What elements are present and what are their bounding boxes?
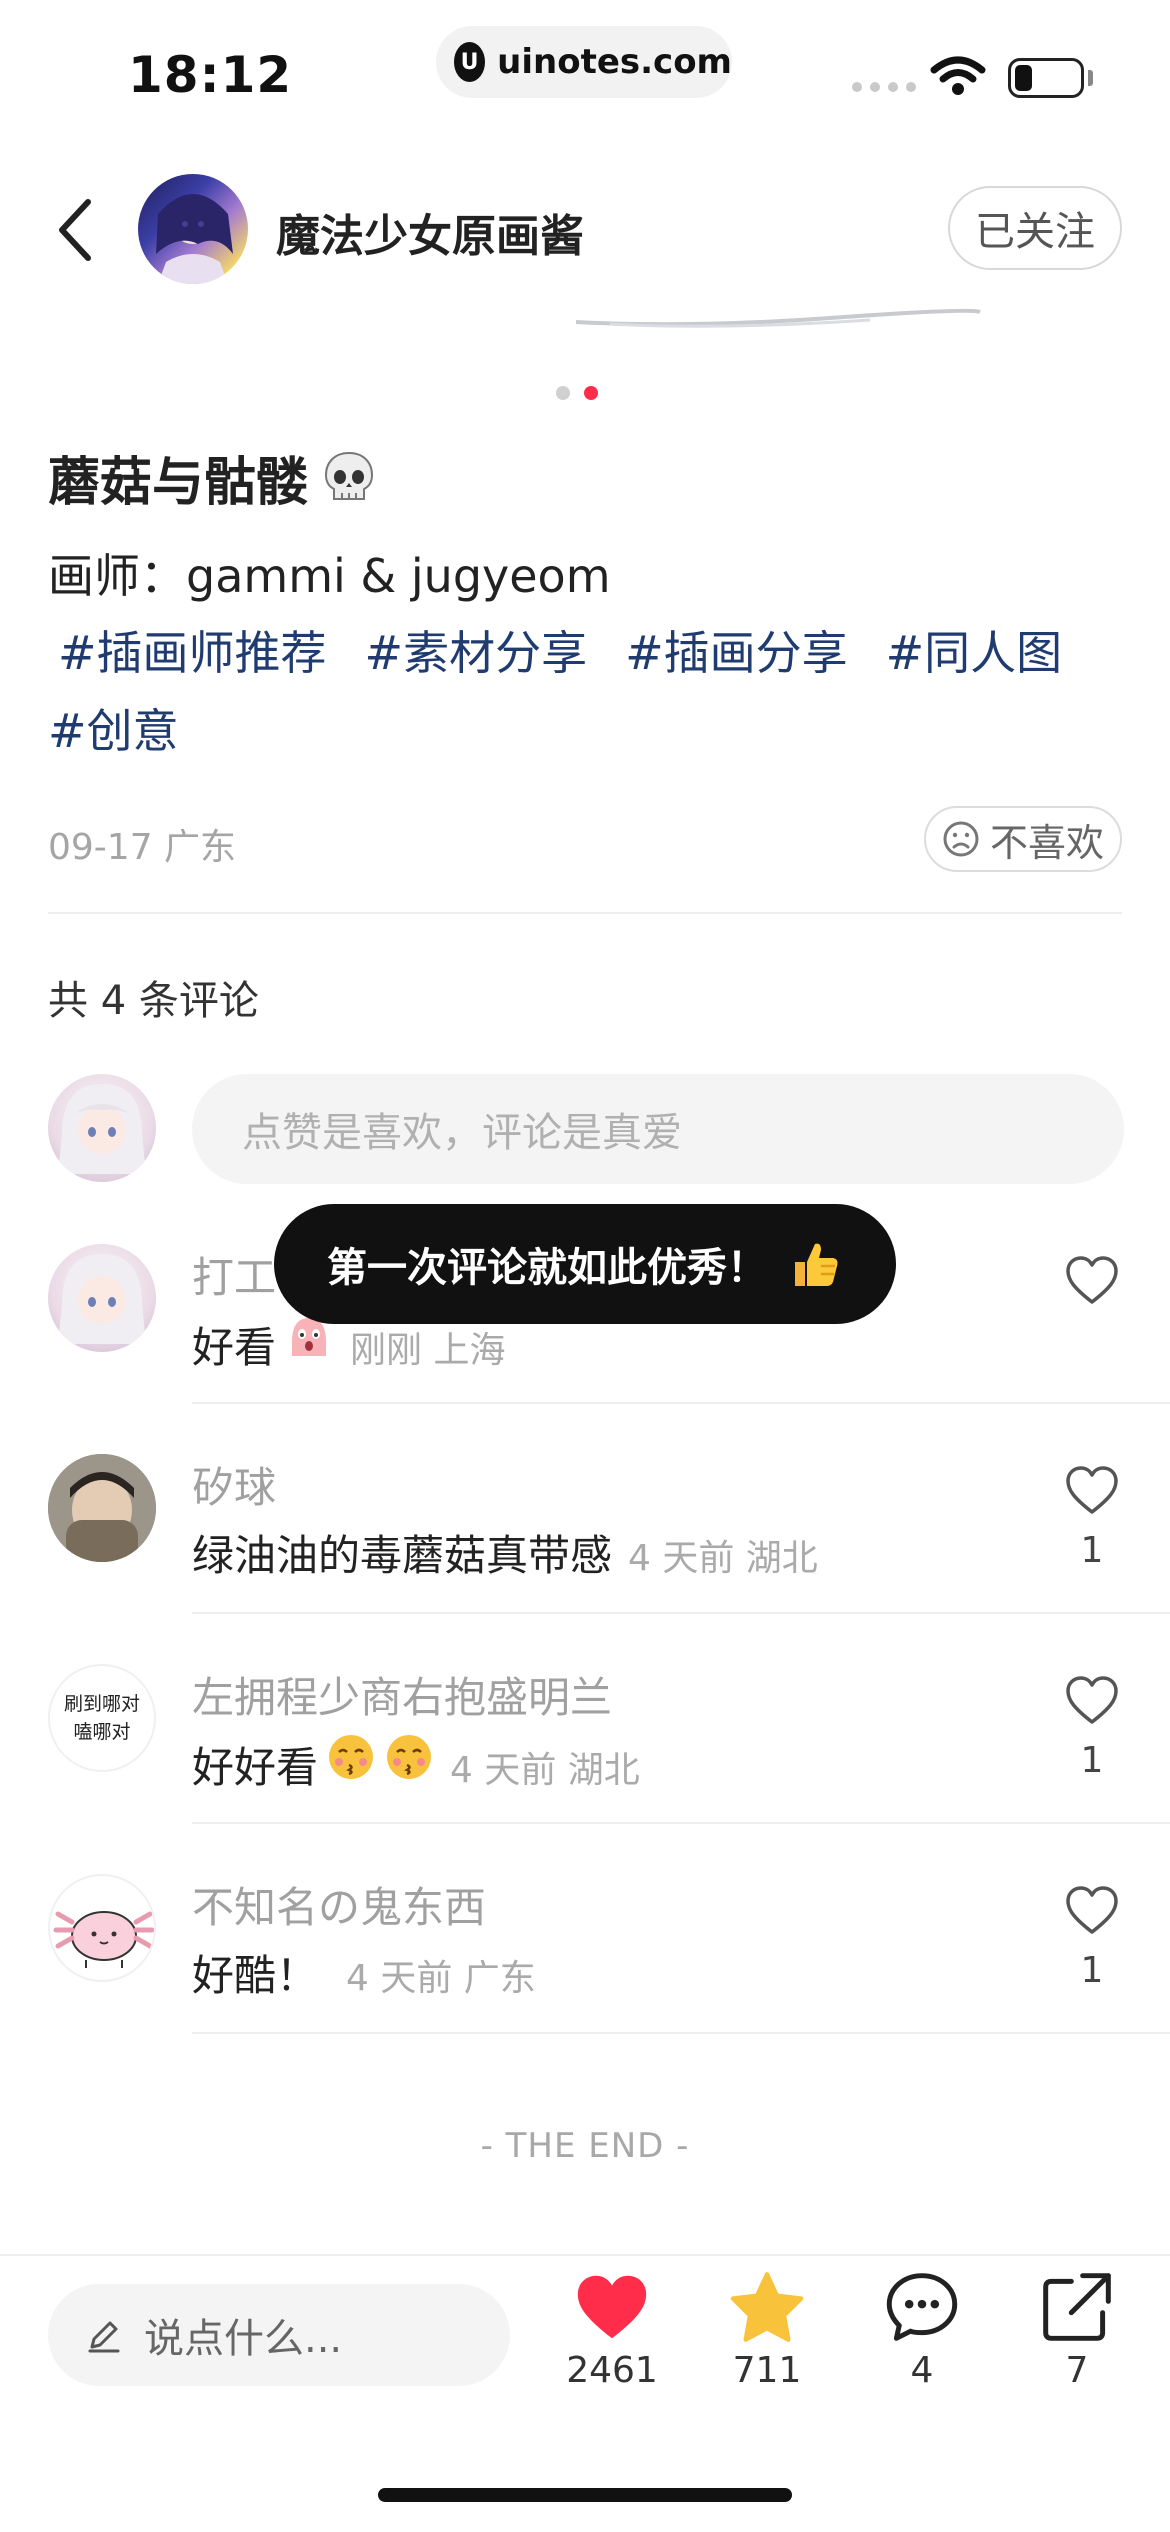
commenter-name[interactable]: 左拥程少商右抱盛明兰 (192, 1664, 612, 1725)
divider (192, 1612, 1170, 1614)
like-action[interactable]: 2461 (557, 2270, 667, 2391)
tag-link[interactable]: #创意 (48, 692, 179, 770)
comment-text-row: 好酷！ 4 天前 广东 (192, 1942, 536, 2003)
dislike-label: 不喜欢 (989, 820, 1104, 865)
avatar-text: 嗑哪对 (73, 1721, 131, 1743)
kissing-face-icon (387, 1735, 432, 1779)
comment-text-row: 绿油油的毒蘑菇真带感 4 天前 湖北 (192, 1522, 818, 1583)
bottom-bar-divider (0, 2254, 1170, 2256)
comment-item: 刷到哪对 嗑哪对 左拥程少商右抱盛明兰 好好看 4 天前 湖北 1 (0, 1664, 1170, 1874)
thumbs-up-icon (795, 1243, 838, 1286)
status-time: 18:12 (128, 46, 293, 104)
star-filled-icon (730, 2272, 804, 2342)
carousel-dot-active[interactable] (584, 386, 598, 400)
post-artist-line: 画师：gammi & jugyeom (48, 549, 611, 603)
skull-emoji-icon (325, 451, 374, 500)
divider (192, 1402, 1170, 1404)
comment-time: 4 天前 广东 (346, 1958, 536, 1999)
home-indicator[interactable] (378, 2488, 792, 2502)
back-icon[interactable] (48, 190, 108, 270)
battery-tip (1088, 70, 1093, 86)
toast-text: 第一次评论就如此优秀！ (327, 1245, 767, 1291)
post-header: 魔法少女原画酱 已关注 (0, 160, 1170, 300)
tag-link[interactable]: #插画分享 (625, 614, 848, 692)
comment-text-row: 好好看 4 天前 湖北 (192, 1732, 640, 1795)
commenter-avatar[interactable] (48, 1244, 156, 1352)
like-count: 2461 (566, 2350, 658, 2391)
toast-message: 第一次评论就如此优秀！ (274, 1204, 896, 1324)
post-image-edge (575, 308, 981, 328)
share-count: 7 (1065, 2350, 1089, 2391)
my-avatar (48, 1074, 156, 1182)
follow-button[interactable]: 已关注 (948, 186, 1122, 270)
comment-bubble-icon (886, 2273, 958, 2341)
wifi-icon (930, 56, 986, 95)
comment-time: 4 天前 湖北 (628, 1538, 818, 1579)
comment-text: 好看 (192, 1323, 277, 1372)
divider (192, 2032, 1170, 2034)
like-count: 1 (1080, 1950, 1104, 1991)
end-marker: - THE END - (480, 2126, 690, 2166)
avatar-text: 刷到哪对 (63, 1693, 140, 1715)
heart-icon[interactable] (1064, 1464, 1120, 1516)
author-avatar[interactable] (138, 174, 248, 284)
divider (192, 1822, 1170, 1824)
commenter-avatar[interactable] (48, 1874, 156, 1982)
author-name[interactable]: 魔法少女原画酱 (276, 200, 584, 264)
heart-filled-icon (577, 2275, 647, 2339)
like-count: 1 (1080, 1740, 1104, 1781)
post-title-row: 蘑菇与骷髅 (48, 440, 378, 515)
carousel-dots (556, 386, 598, 400)
dislike-button[interactable]: 不喜欢 (924, 806, 1122, 872)
heart-icon[interactable] (1064, 1884, 1120, 1936)
share-icon (1043, 2273, 1111, 2341)
tag-link[interactable]: #素材分享 (365, 614, 588, 692)
cellular-signal-icon (852, 82, 916, 92)
commenter-avatar[interactable] (48, 1454, 156, 1562)
carousel-dot[interactable] (556, 386, 570, 400)
comment-count: 共 4 条评论 (48, 978, 259, 1024)
pencil-icon (88, 2321, 120, 2353)
tag-link[interactable]: #同人图 (886, 614, 1063, 692)
tag-link[interactable]: #插画师推荐 (58, 614, 327, 692)
status-bar: 18:12 U uinotes.com (0, 0, 1170, 140)
battery-icon (1008, 58, 1084, 98)
say-something-placeholder: 说点什么... (144, 2316, 343, 2362)
comment-text: 绿油油的毒蘑菇真带感 (192, 1531, 613, 1580)
say-something-input[interactable]: 说点什么... (48, 2284, 510, 2386)
heart-icon[interactable] (1064, 1254, 1120, 1306)
site-logo-icon: U (454, 42, 486, 82)
url-text: uinotes.com (497, 42, 732, 82)
commenter-name[interactable]: 矽球 (192, 1454, 276, 1515)
comment-input[interactable]: 点赞是喜欢，评论是真爱 (192, 1074, 1124, 1184)
comment-text: 好好看 (192, 1743, 319, 1792)
comment-time: 4 天前 湖北 (450, 1750, 640, 1791)
collect-action[interactable]: 711 (712, 2270, 822, 2391)
heart-icon[interactable] (1064, 1674, 1120, 1726)
like-count: 1 (1080, 1530, 1104, 1571)
kissing-face-icon (329, 1735, 374, 1779)
url-pill[interactable]: U uinotes.com (436, 26, 732, 98)
post-tags: #插画师推荐 #素材分享 #插画分享 #同人图 #创意 (48, 614, 1138, 770)
post-date-location: 09-17 广东 (48, 827, 237, 868)
comment-item: 不知名の鬼东西 好酷！ 4 天前 广东 1 (0, 1874, 1170, 2084)
commenter-name[interactable]: 不知名の鬼东西 (192, 1874, 486, 1935)
comment-time: 刚刚 上海 (350, 1330, 506, 1371)
comment-action[interactable]: 4 (867, 2270, 977, 2391)
commenter-name[interactable]: 打工 (192, 1244, 276, 1305)
share-action[interactable]: 7 (1022, 2270, 1132, 2391)
comment-text: 好酷！ (192, 1951, 319, 2000)
comment-item: 矽球 绿油油的毒蘑菇真带感 4 天前 湖北 1 (0, 1454, 1170, 1664)
collect-count: 711 (732, 2350, 802, 2391)
commenter-avatar[interactable]: 刷到哪对 嗑哪对 (48, 1664, 156, 1772)
sad-face-icon (943, 821, 979, 857)
divider (48, 912, 1122, 914)
post-title: 蘑菇与骷髅 (48, 453, 309, 513)
comment-total: 4 (910, 2350, 934, 2391)
